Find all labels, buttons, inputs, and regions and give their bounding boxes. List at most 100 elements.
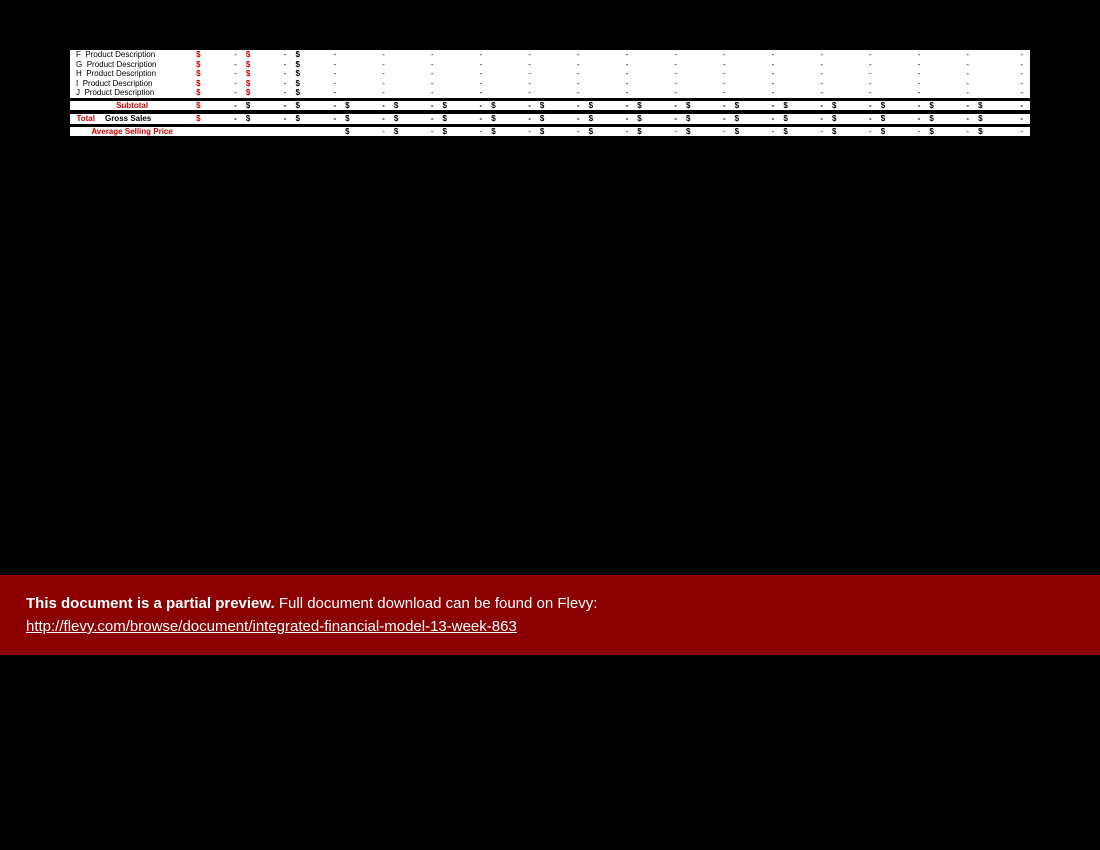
cell: $- (244, 101, 294, 111)
cell: - (927, 50, 976, 60)
cell: - (635, 50, 684, 60)
banner-line2: http://flevy.com/browse/document/integra… (26, 618, 1074, 635)
cell: $- (293, 69, 343, 79)
table-row: F Product Description$-$-$--------------… (70, 50, 1030, 60)
cell: - (927, 69, 976, 79)
cell: - (781, 88, 830, 98)
cell: - (489, 88, 538, 98)
cell: $- (587, 114, 636, 124)
preview-banner: This document is a partial preview. Full… (0, 575, 1100, 655)
cell: - (538, 69, 587, 79)
cell: $- (635, 114, 684, 124)
cell: - (489, 79, 538, 89)
cell: $- (879, 114, 928, 124)
cell: - (587, 79, 636, 89)
cell: $- (392, 127, 441, 137)
cell: $- (392, 101, 441, 111)
cell: $- (343, 114, 392, 124)
cell: - (392, 69, 441, 79)
cell: $- (830, 101, 879, 111)
spreadsheet: F Product Description$-$-$--------------… (70, 50, 1030, 137)
cell: $- (343, 127, 392, 137)
cell: - (489, 50, 538, 60)
cell: $- (293, 60, 343, 70)
cell: $- (244, 114, 294, 124)
cell: - (441, 88, 490, 98)
cell: $- (538, 127, 587, 137)
cell: $- (441, 127, 490, 137)
cell: $- (489, 114, 538, 124)
cell: $- (733, 127, 782, 137)
table-row: I Product Description$-$-$--------------… (70, 79, 1030, 89)
cell: - (976, 50, 1030, 60)
sales-table: F Product Description$-$-$--------------… (70, 50, 1030, 137)
cell: - (830, 69, 879, 79)
cell: - (684, 69, 733, 79)
cell: - (684, 79, 733, 89)
cell: - (879, 88, 928, 98)
cell: $- (293, 50, 343, 60)
cell: $- (733, 114, 782, 124)
cell: $- (194, 79, 244, 89)
cell: - (927, 60, 976, 70)
cell: $- (927, 114, 976, 124)
cell: - (879, 69, 928, 79)
cell: - (781, 69, 830, 79)
cell: - (343, 50, 392, 60)
cell: - (635, 60, 684, 70)
cell: - (733, 60, 782, 70)
cell (293, 127, 343, 137)
cell: $- (244, 88, 294, 98)
cell: - (879, 60, 928, 70)
cell: - (781, 50, 830, 60)
cell: - (441, 60, 490, 70)
cell: $- (293, 79, 343, 89)
cell: $- (392, 114, 441, 124)
cell: $- (244, 79, 294, 89)
cell: - (733, 50, 782, 60)
cell: - (441, 79, 490, 89)
table-row: H Product Description$-$-$--------------… (70, 69, 1030, 79)
cell: - (489, 69, 538, 79)
cell: $- (194, 101, 244, 111)
cell: $- (927, 127, 976, 137)
separator (70, 136, 1030, 137)
banner-link[interactable]: http://flevy.com/browse/document/integra… (26, 618, 517, 635)
cell: - (684, 88, 733, 98)
cell: - (587, 60, 636, 70)
cell: - (343, 60, 392, 70)
cell: $- (976, 101, 1030, 111)
cell: $- (244, 69, 294, 79)
cell: $- (244, 60, 294, 70)
cell: - (392, 88, 441, 98)
cell: - (976, 69, 1030, 79)
cell: $- (194, 60, 244, 70)
cell: $- (684, 114, 733, 124)
cell: - (976, 88, 1030, 98)
cell: $- (635, 101, 684, 111)
cell: $- (441, 101, 490, 111)
cell: - (538, 50, 587, 60)
cell: - (343, 88, 392, 98)
cell: - (538, 79, 587, 89)
cell: $- (879, 127, 928, 137)
cell: $- (489, 101, 538, 111)
cell: - (635, 69, 684, 79)
cell: $- (194, 88, 244, 98)
avg-row: Average Selling Price$-$-$-$-$-$-$-$-$-$… (70, 127, 1030, 137)
cell: $- (194, 69, 244, 79)
cell: $- (733, 101, 782, 111)
cell: $- (587, 101, 636, 111)
cell: - (684, 50, 733, 60)
cell: - (441, 69, 490, 79)
total-label: TotalGross Sales (70, 114, 194, 124)
cell: - (927, 88, 976, 98)
cell: $- (489, 127, 538, 137)
cell: - (489, 60, 538, 70)
subtotal-row: Subtotal$-$-$-$-$-$-$-$-$-$-$-$-$-$-$-$-… (70, 101, 1030, 111)
cell: $- (976, 127, 1030, 137)
cell: - (538, 88, 587, 98)
row-label: J Product Description (70, 88, 194, 98)
cell: - (830, 60, 879, 70)
cell: $- (976, 114, 1030, 124)
